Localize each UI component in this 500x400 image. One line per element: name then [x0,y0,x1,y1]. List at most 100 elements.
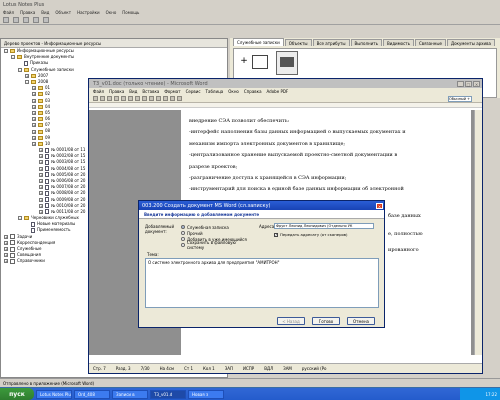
menu-item[interactable]: Файл [93,89,104,94]
expand-icon[interactable]: + [32,86,36,91]
expand-icon[interactable]: + [25,73,29,78]
expand-icon[interactable]: + [39,185,43,190]
addressee-select[interactable]: Фрукт Леонид Леонидович (Отдельно УК [274,223,374,229]
taskbar-button[interactable]: Lotus Notes Plus [36,389,72,399]
style-select[interactable]: Обычный + Пол [448,95,472,102]
print-icon[interactable] [43,17,49,23]
expand-icon[interactable]: + [32,141,36,146]
menu-item[interactable]: Правка [109,89,124,94]
print-icon[interactable] [114,96,119,101]
menu-item[interactable]: Окно [106,10,117,15]
menu-item[interactable]: Окно [228,89,239,94]
menu-item[interactable]: Формат [164,89,180,94]
taskbar-button[interactable]: Т3_v01.d [150,389,186,399]
cancel-button[interactable]: Отмена [347,317,375,325]
tab[interactable]: Объекты [284,39,312,46]
expand-icon[interactable]: + [39,209,43,214]
expand-icon[interactable]: - [18,67,22,72]
send-checkbox-row[interactable]: ✓ Передать адресату (от сканеров) [274,232,348,237]
tab[interactable]: Связанные [415,39,446,46]
close-icon[interactable]: × [376,202,383,209]
menu-item[interactable]: Сервис [186,89,201,94]
paste-icon[interactable] [149,96,154,101]
expand-icon[interactable]: + [4,234,8,239]
expand-icon[interactable]: + [32,110,36,115]
tab[interactable]: Служебные записки [233,38,284,46]
expand-icon[interactable]: + [39,203,43,208]
expand-icon[interactable]: + [4,247,8,252]
expand-icon[interactable]: + [32,104,36,109]
expand-icon[interactable]: + [39,154,43,159]
expand-icon[interactable]: + [39,197,43,202]
maximize-icon[interactable]: □ [465,80,472,87]
expand-icon[interactable]: + [32,129,36,134]
expand-icon[interactable]: + [32,98,36,103]
expand-icon[interactable]: + [39,191,43,196]
spell-icon[interactable] [128,96,133,101]
radio-icon[interactable] [181,225,185,229]
forward-icon[interactable] [13,17,19,23]
theme-textarea[interactable]: О системе электронного архива для предпр… [145,258,379,308]
cut-icon[interactable] [135,96,140,101]
expand-icon[interactable]: - [4,49,8,54]
menu-item[interactable]: Настройки [77,10,100,15]
add-icon[interactable]: + [240,57,248,66]
menu-item[interactable]: Adobe PDF [267,89,289,94]
radio-icon[interactable] [181,237,185,241]
expand-icon[interactable]: + [4,253,8,258]
document-type-option[interactable]: Сохранить в файловую систему [181,240,251,250]
menu-item[interactable]: Правка [20,10,35,15]
tab[interactable]: Все атрибуты [312,39,350,46]
menu-item[interactable]: Помощь [122,10,139,15]
expand-icon[interactable]: + [32,123,36,128]
expand-icon[interactable]: + [39,166,43,171]
close-icon[interactable]: × [473,80,480,87]
tab[interactable]: Выполнить [350,39,382,46]
menu-item[interactable]: Вид [129,89,137,94]
taskbar-button[interactable]: Записи в [112,389,148,399]
send-checkbox[interactable]: ✓ [274,232,278,237]
menu-item[interactable]: Файл [3,10,14,15]
preview-icon[interactable] [121,96,126,101]
expand-icon[interactable]: - [25,80,29,85]
start-button[interactable]: пуск [0,388,34,400]
back-icon[interactable] [3,17,9,23]
back-button[interactable]: < Назад [277,317,305,325]
printer-icon[interactable] [276,51,298,75]
expand-icon[interactable]: + [39,172,43,177]
expand-icon[interactable]: + [4,240,8,245]
menu-item[interactable]: Справка [244,89,262,94]
expand-icon[interactable]: + [32,92,36,97]
new-icon[interactable] [93,96,98,101]
copy-icon[interactable] [142,96,147,101]
expand-icon[interactable]: + [4,259,8,264]
expand-icon[interactable]: - [18,216,22,221]
radio-icon[interactable] [181,231,185,235]
columns-icon[interactable] [177,96,182,101]
menu-item[interactable]: Объект [55,10,71,15]
open-icon[interactable] [100,96,105,101]
save-icon[interactable] [107,96,112,101]
redo-icon[interactable] [163,96,168,101]
undo-icon[interactable] [156,96,161,101]
expand-icon[interactable]: + [39,160,43,165]
menu-item[interactable]: Таблица [206,89,224,94]
document-icon[interactable] [252,55,268,69]
vertical-scrollbar[interactable] [474,110,482,355]
ready-button[interactable]: Готово [312,317,340,325]
radio-icon[interactable] [181,243,185,247]
refresh-icon[interactable] [23,17,29,23]
expand-icon[interactable]: + [32,135,36,140]
minimize-icon[interactable]: _ [457,80,464,87]
taskbar-button[interactable]: Ord_408 [74,389,110,399]
expand-icon[interactable]: + [39,179,43,184]
taskbar-button[interactable]: Новая з [188,389,224,399]
tab[interactable]: Документы архива [446,39,495,46]
expand-icon[interactable]: + [39,148,43,153]
menu-item[interactable]: Вставка [142,89,159,94]
table-icon[interactable] [170,96,175,101]
tab[interactable]: Видимость [382,39,414,46]
home-icon[interactable] [33,17,39,23]
expand-icon[interactable]: + [32,117,36,122]
menu-item[interactable]: Вид [41,10,49,15]
